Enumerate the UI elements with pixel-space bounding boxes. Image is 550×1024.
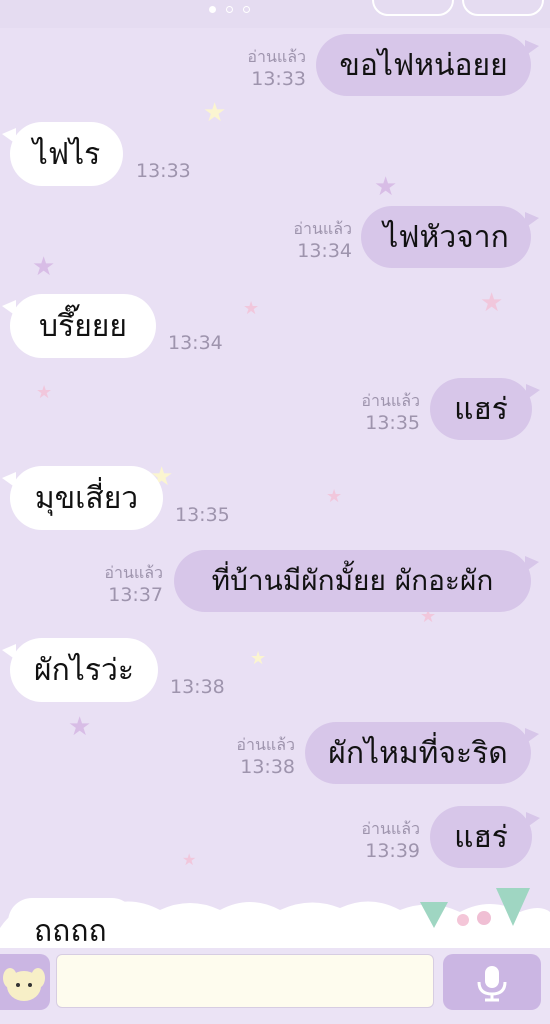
message-bubble-outgoing[interactable]: ที่บ้านมีผักมั้ยย ผักอะผัก <box>174 550 539 612</box>
star-decoration-icon: ★ <box>326 486 343 507</box>
star-decoration-icon: ★ <box>243 298 260 319</box>
header-button-right[interactable] <box>462 0 544 16</box>
star-decoration-icon: ★ <box>36 382 53 403</box>
star-decoration-icon: ★ <box>203 98 227 128</box>
star-decoration-icon: ★ <box>68 712 92 742</box>
message-bubble-outgoing[interactable]: แฮร่ <box>430 806 540 868</box>
message-text: ถถถถ <box>34 914 107 946</box>
message-timestamp: 13:34 <box>168 332 223 354</box>
star-decoration-icon: ★ <box>374 172 398 202</box>
star-decoration-icon: ★ <box>182 850 197 869</box>
microphone-icon <box>477 966 507 1002</box>
read-receipt: อ่านแล้ว 13:37 <box>104 563 163 606</box>
read-receipt: อ่านแล้ว 13:34 <box>293 219 352 262</box>
top-bar <box>0 0 550 28</box>
message-bubble-outgoing[interactable]: ขอไฟหน่อยย <box>316 34 539 96</box>
read-receipt: อ่านแล้ว 13:39 <box>361 819 420 862</box>
read-receipt: อ่านแล้ว 13:35 <box>361 391 420 434</box>
message-timestamp: 13:33 <box>136 160 191 182</box>
message-bubble-incoming[interactable]: มุขเสี่ยว <box>2 466 163 530</box>
star-decoration-icon: ★ <box>32 252 56 282</box>
message-bubble-incoming[interactable]: ถถถถ <box>8 898 136 946</box>
page-dot <box>226 6 233 13</box>
read-receipt: อ่านแล้ว 13:38 <box>236 735 295 778</box>
page-dot <box>209 6 216 13</box>
header-button-left[interactable] <box>372 0 454 16</box>
microphone-button[interactable] <box>443 954 541 1010</box>
message-bubble-outgoing[interactable]: ไฟหัวจาก <box>361 206 539 268</box>
page-indicator <box>209 6 250 13</box>
bunny-sticker-icon <box>3 968 45 1001</box>
star-decoration-icon: ★ <box>250 648 267 669</box>
message-bubble-outgoing[interactable]: แฮร่ <box>430 378 540 440</box>
message-timestamp: 13:38 <box>170 676 225 698</box>
message-bubble-incoming[interactable]: บรึ๊ยยย <box>2 294 156 358</box>
page-dot <box>243 6 250 13</box>
message-bubble-incoming[interactable]: ผักไรว่ะ <box>2 638 158 702</box>
message-timestamp: 13:35 <box>175 504 230 526</box>
message-bubble-incoming[interactable]: ไฟไร <box>2 122 123 186</box>
message-input[interactable] <box>56 954 434 1008</box>
message-bubble-outgoing[interactable]: ผักไหมที่จะริด <box>305 722 539 784</box>
sticker-button[interactable] <box>0 954 50 1010</box>
star-decoration-icon: ★ <box>480 288 504 318</box>
read-receipt: อ่านแล้ว 13:33 <box>247 47 306 90</box>
